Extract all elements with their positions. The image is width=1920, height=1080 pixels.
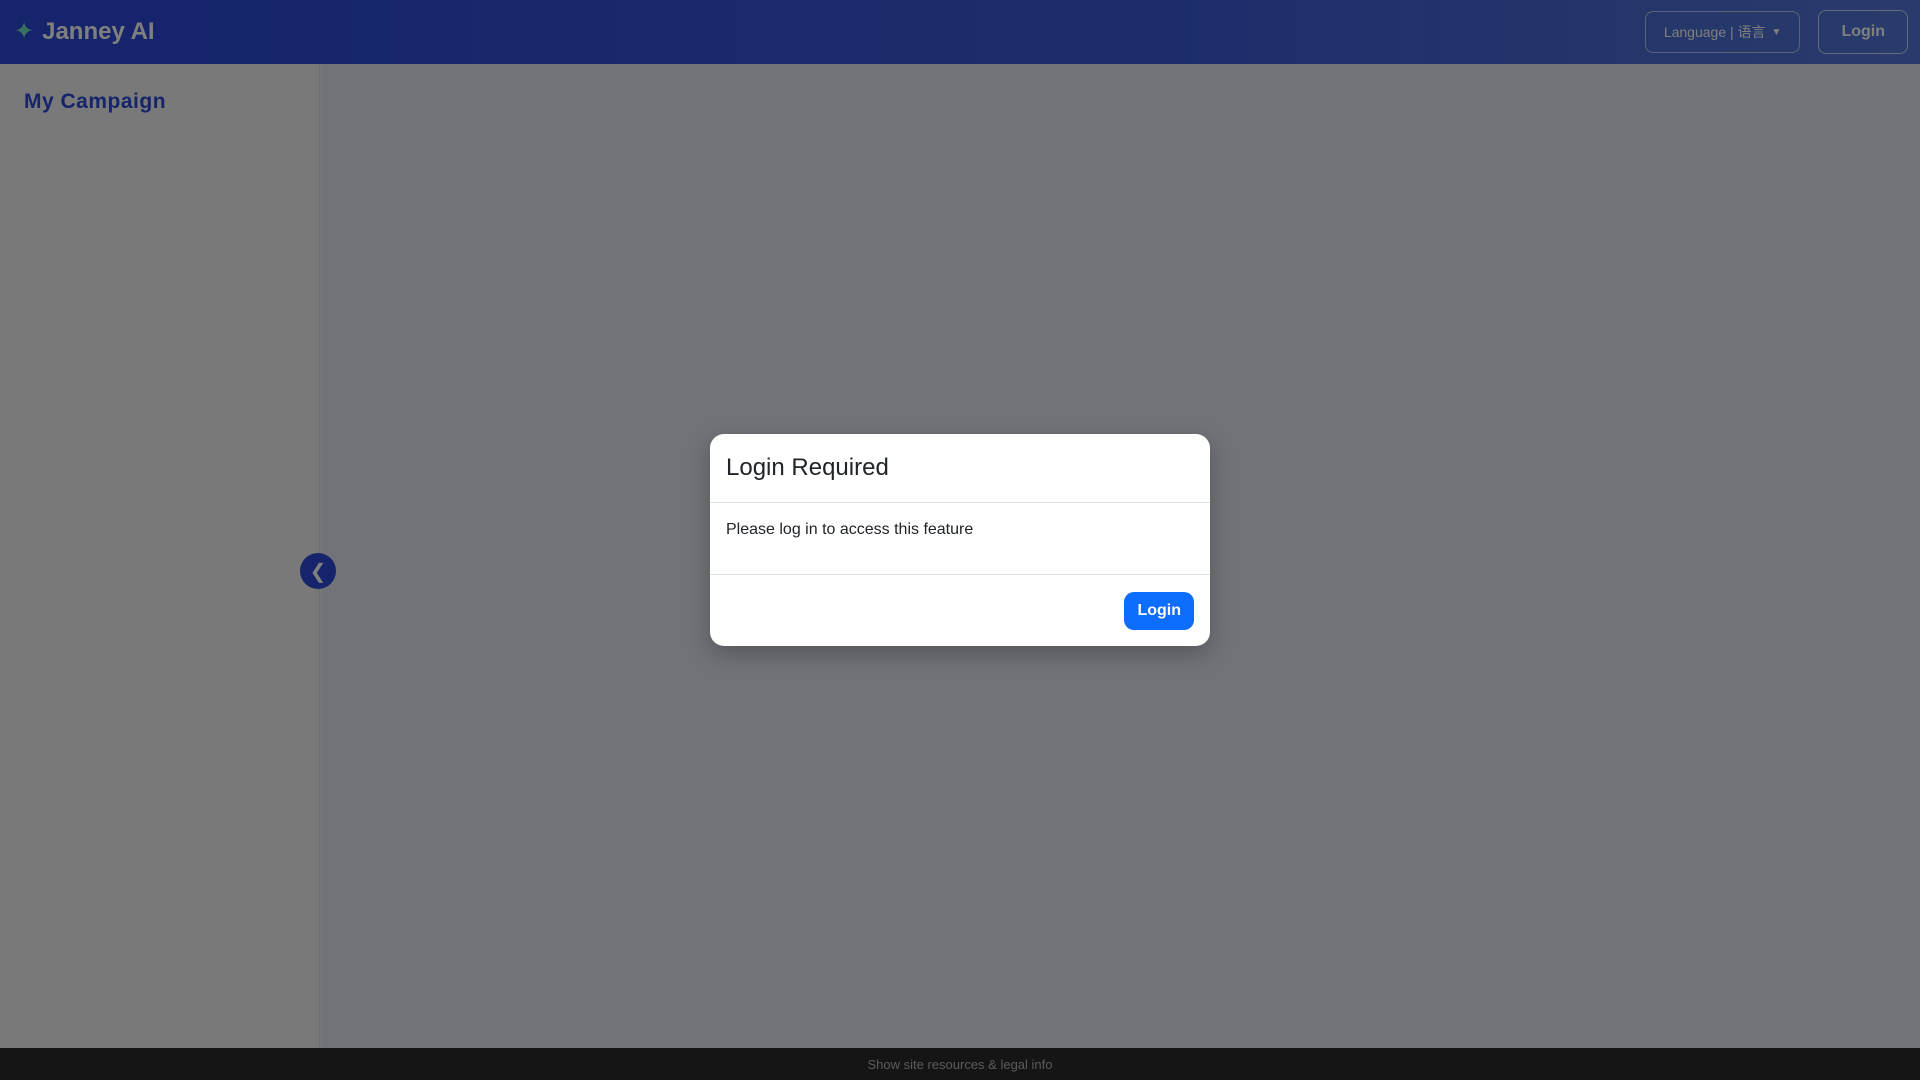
modal-footer: Login: [710, 575, 1210, 646]
app: ✦ Janney AI Language | 语言 ▼ Login My Cam…: [0, 0, 1920, 1080]
modal-login-button[interactable]: Login: [1124, 591, 1194, 630]
login-required-modal: Login Required Please log in to access t…: [710, 434, 1210, 646]
modal-body: Please log in to access this feature: [710, 503, 1210, 575]
modal-title: Login Required: [726, 454, 889, 481]
modal-header: Login Required: [710, 434, 1210, 503]
modal-message: Please log in to access this feature: [726, 521, 974, 538]
